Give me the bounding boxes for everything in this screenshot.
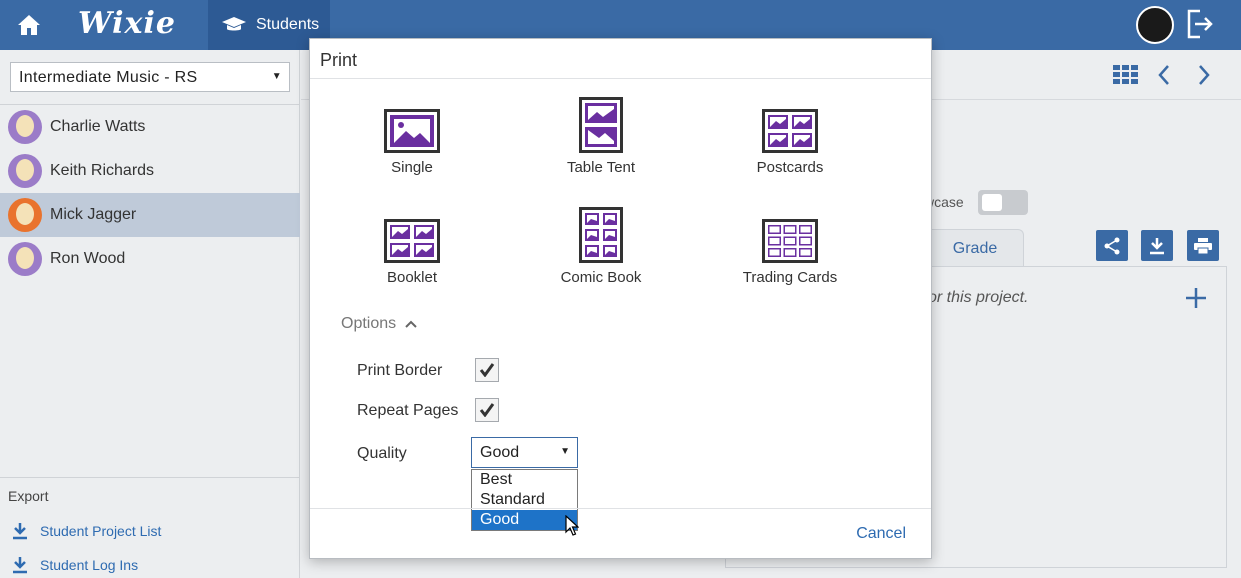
mouse-cursor-icon <box>565 514 580 542</box>
wixie-logo[interactable]: Wixie <box>78 6 176 41</box>
download-icon <box>13 557 27 574</box>
export-link-label: Student Log Ins <box>40 557 139 573</box>
repeat-pages-label: Repeat Pages <box>357 402 459 419</box>
layout-table-tent[interactable]: Table Tent <box>531 95 671 185</box>
previous-button[interactable] <box>1157 64 1171 91</box>
export-student-project-list-link[interactable]: Student Project List <box>0 514 300 548</box>
single-layout-icon <box>384 109 440 153</box>
user-avatar[interactable] <box>1136 6 1174 44</box>
layout-label: Trading Cards <box>742 269 838 286</box>
grid-view-button[interactable] <box>1113 65 1138 90</box>
layout-trading-cards[interactable]: Trading Cards <box>720 205 860 295</box>
class-select[interactable]: Intermediate Music - RS ▼ <box>10 62 290 92</box>
export-section: Export Student Project List Student Log … <box>0 477 300 578</box>
dialog-title: Print <box>310 39 931 79</box>
student-name: Keith Richards <box>50 162 155 179</box>
checkmark-icon <box>479 363 495 377</box>
layout-label: Booklet <box>386 269 438 286</box>
home-icon <box>18 15 40 35</box>
student-row-selected[interactable]: Mick Jagger <box>0 193 300 237</box>
grid-icon <box>1113 65 1138 84</box>
export-link-label: Student Project List <box>40 523 162 539</box>
layout-booklet[interactable]: Booklet <box>342 205 482 295</box>
options-label: Options <box>341 315 397 332</box>
logout-button[interactable] <box>1186 9 1216 41</box>
tab-grade[interactable]: Grade <box>926 229 1024 267</box>
download-button[interactable] <box>1141 230 1173 261</box>
repeat-pages-checkbox[interactable] <box>475 398 499 422</box>
plus-icon <box>1186 288 1206 308</box>
download-icon <box>13 523 27 540</box>
student-row[interactable]: Ron Wood <box>0 237 300 281</box>
student-name: Ron Wood <box>50 250 126 267</box>
empty-project-message: or this project. <box>928 289 1029 306</box>
student-avatar <box>8 154 42 188</box>
share-icon <box>1104 237 1120 254</box>
share-button[interactable] <box>1096 230 1128 261</box>
print-button[interactable] <box>1187 230 1219 261</box>
graduation-cap-icon <box>222 17 246 31</box>
chevron-left-icon <box>1158 65 1169 85</box>
student-avatar <box>8 198 42 232</box>
quality-option-best[interactable]: Best <box>472 470 577 490</box>
layout-comic-book[interactable]: Comic Book <box>531 205 671 295</box>
dropdown-caret-icon: ▼ <box>271 71 282 82</box>
quality-select-value: Good <box>480 444 520 461</box>
table-tent-layout-icon <box>579 97 623 153</box>
booklet-layout-icon <box>384 219 440 263</box>
showcase-toggle[interactable] <box>978 190 1028 215</box>
checkmark-icon <box>479 403 495 417</box>
add-button[interactable] <box>1184 286 1208 315</box>
export-label: Export <box>8 488 49 504</box>
download-icon <box>1150 237 1164 254</box>
postcards-layout-icon <box>762 109 818 153</box>
chevron-up-icon <box>405 320 417 328</box>
student-name: Charlie Watts <box>50 118 146 135</box>
quality-option-standard[interactable]: Standard <box>472 490 577 510</box>
layout-postcards[interactable]: Postcards <box>720 95 860 185</box>
left-panel: Intermediate Music - RS ▼ Charlie Watts … <box>0 50 300 578</box>
student-row[interactable]: Keith Richards <box>0 149 300 193</box>
student-row[interactable]: Charlie Watts <box>0 105 300 149</box>
cancel-button[interactable]: Cancel <box>856 525 906 543</box>
student-avatar <box>8 242 42 276</box>
layout-label: Postcards <box>756 159 824 176</box>
students-tab-label: Students <box>256 16 320 33</box>
print-dialog: Print Single Table Tent Postcards Bookle… <box>309 38 932 559</box>
student-name: Mick Jagger <box>50 206 137 223</box>
printer-icon <box>1194 237 1212 254</box>
home-button[interactable] <box>8 5 50 45</box>
chevron-right-icon <box>1199 65 1210 85</box>
export-student-log-ins-link[interactable]: Student Log Ins <box>0 548 300 578</box>
print-border-label: Print Border <box>357 362 443 379</box>
layout-label: Single <box>391 159 433 176</box>
student-avatar <box>8 110 42 144</box>
class-select-value: Intermediate Music - RS <box>19 69 198 86</box>
dialog-footer: Cancel <box>310 508 931 559</box>
layout-single[interactable]: Single <box>342 95 482 185</box>
layout-label: Comic Book <box>560 269 642 286</box>
next-button[interactable] <box>1197 64 1211 91</box>
quality-select[interactable]: Good ▼ <box>471 437 578 468</box>
options-toggle[interactable]: Options <box>341 315 418 333</box>
trading-cards-layout-icon <box>762 219 818 263</box>
quality-label: Quality <box>357 445 407 462</box>
comic-book-layout-icon <box>579 207 623 263</box>
logout-icon <box>1187 9 1213 39</box>
dropdown-caret-icon: ▼ <box>560 446 570 457</box>
student-list: Charlie Watts Keith Richards Mick Jagger… <box>0 104 300 281</box>
print-border-checkbox[interactable] <box>475 358 499 382</box>
layout-label: Table Tent <box>566 159 636 176</box>
